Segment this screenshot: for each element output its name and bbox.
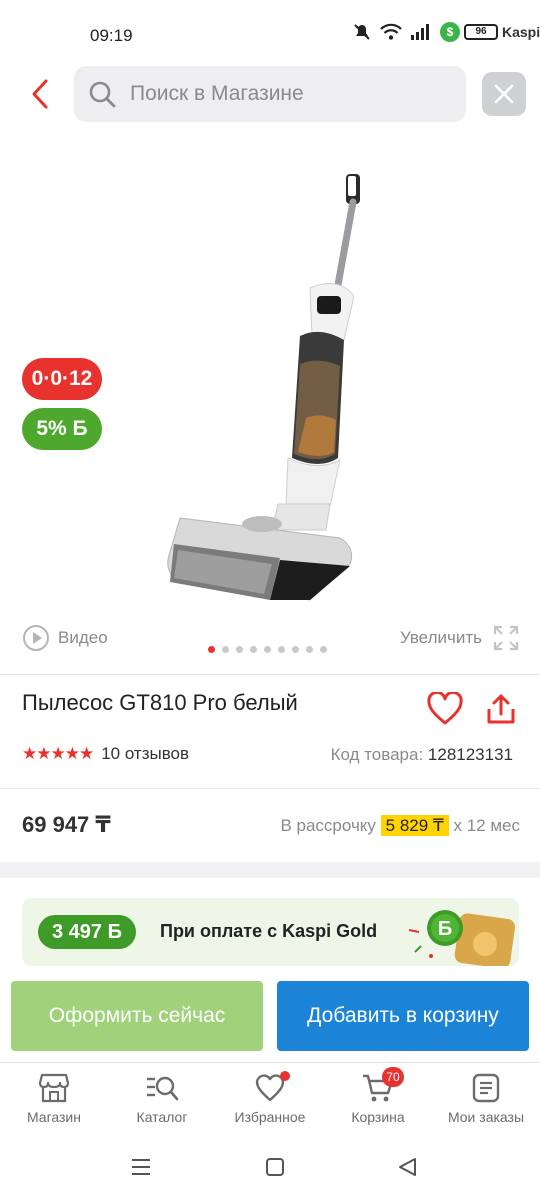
price: 69 947 ₸ <box>22 812 111 837</box>
home-square-icon[interactable] <box>264 1156 286 1178</box>
mute-icon <box>354 24 370 40</box>
sku: Код товара: 128123131 <box>331 745 513 765</box>
kaspi-brand-text: Kaspi.kz <box>502 24 540 40</box>
installment-badge: 0·0·12 <box>22 358 102 400</box>
tab-favorites[interactable]: Избранное <box>216 1071 324 1125</box>
price-row: 69 947 ₸ В рассрочку 5 829 ₸ x 12 мес <box>22 812 522 838</box>
bonus-coin-letter: Б <box>438 918 452 940</box>
tab-shop[interactable]: Магазин <box>0 1073 108 1125</box>
back-arrow-icon <box>32 79 48 109</box>
gallery-dot[interactable] <box>222 646 229 653</box>
gallery-dot[interactable] <box>292 646 299 653</box>
favorite-button[interactable] <box>426 690 464 731</box>
rating-row: ★★★★★ 10 отзывов <box>22 744 189 764</box>
buy-now-button[interactable]: Оформить сейчас <box>11 981 263 1051</box>
gallery-dot[interactable] <box>320 646 327 653</box>
rating-stars: ★★★★★ <box>22 744 94 763</box>
share-button[interactable] <box>484 692 518 731</box>
system-nav-bar <box>0 1138 540 1200</box>
gallery-pagination <box>208 646 327 653</box>
tab-catalog[interactable]: Каталог <box>108 1073 216 1125</box>
bottom-tab-bar: Магазин Каталог Избранное 70 Корзина Мои… <box>0 1062 540 1138</box>
search-input[interactable]: Поиск в Магазине <box>74 66 466 122</box>
battery-icon: 96 <box>464 24 498 40</box>
status-bar: 09:19 $ 96 Kaspi.kz <box>0 0 540 60</box>
kaspi-logo-icon: $ <box>440 22 460 42</box>
divider <box>0 788 540 789</box>
search-placeholder: Поиск в Магазине <box>130 82 304 105</box>
installment-prefix: В рассрочку <box>280 816 376 835</box>
wifi-icon <box>380 23 402 40</box>
status-icons <box>352 22 432 42</box>
zoom-button[interactable]: Увеличить <box>400 624 520 652</box>
action-buttons: Оформить сейчас Добавить в корзину <box>11 981 529 1051</box>
gallery-dot[interactable] <box>250 646 257 653</box>
close-button[interactable] <box>482 72 526 116</box>
tab-label: Мои заказы <box>447 1109 525 1125</box>
menu-icon[interactable] <box>130 1156 152 1178</box>
shop-icon <box>38 1073 70 1103</box>
heart-icon <box>427 690 463 725</box>
bonus-badge: 5% Б <box>22 408 102 450</box>
kaspi-gold-card-icon: Б <box>408 910 516 966</box>
close-icon <box>494 84 514 104</box>
tab-label: Избранное <box>234 1109 306 1125</box>
back-triangle-icon[interactable] <box>396 1156 418 1178</box>
tab-label: Магазин <box>26 1109 81 1125</box>
tab-label: Каталог <box>136 1109 188 1125</box>
gallery-dot[interactable] <box>208 646 215 653</box>
search-icon <box>89 81 116 108</box>
reviews-link[interactable]: 10 отзывов <box>101 744 189 764</box>
tab-orders[interactable]: Мои заказы <box>432 1073 540 1125</box>
status-time: 09:19 <box>90 26 133 45</box>
play-icon <box>23 625 49 651</box>
orders-icon <box>472 1073 500 1103</box>
gallery-dot[interactable] <box>278 646 285 653</box>
section-separator <box>0 862 540 878</box>
installment-amount: 5 829 ₸ <box>380 815 449 836</box>
tab-cart[interactable]: 70 Корзина <box>324 1067 432 1125</box>
sku-value: 128123131 <box>427 745 513 764</box>
catalog-search-icon <box>147 1076 179 1101</box>
add-to-cart-button[interactable]: Добавить в корзину <box>277 981 529 1051</box>
kaspi-gold-banner[interactable]: 3 497 Б При оплате с Kaspi Gold Б <box>22 898 519 966</box>
installment-info: В рассрочку 5 829 ₸ x 12 мес <box>280 815 521 836</box>
product-header: Пылесос GT810 Pro белый <box>22 690 522 725</box>
gallery-dot[interactable] <box>306 646 313 653</box>
bonus-amount-pill: 3 497 Б <box>38 915 136 949</box>
signal-icon <box>411 24 429 40</box>
gallery-dot[interactable] <box>236 646 243 653</box>
sku-label: Код товара: <box>330 745 424 764</box>
kaspi-gold-text: При оплате с Kaspi Gold <box>160 921 378 941</box>
back-button[interactable] <box>20 72 60 116</box>
installment-suffix: x 12 мес <box>453 816 521 835</box>
video-label: Видео <box>58 628 108 647</box>
zoom-label: Увеличить <box>400 628 482 647</box>
cart-count-badge: 70 <box>382 1067 404 1087</box>
expand-icon <box>493 625 519 651</box>
product-gallery[interactable]: 0·0·12 5% Б Видео Увеличить <box>0 140 540 670</box>
notification-dot <box>280 1071 290 1081</box>
kaspi-status-mark: $ 96 Kaspi.kz <box>440 22 540 42</box>
divider <box>0 674 540 675</box>
gallery-dot[interactable] <box>264 646 271 653</box>
tab-label: Корзина <box>351 1109 405 1125</box>
video-button[interactable]: Видео <box>22 624 108 652</box>
product-image[interactable] <box>160 168 370 608</box>
top-bar: Поиск в Магазине <box>0 64 540 124</box>
share-icon <box>487 694 515 724</box>
